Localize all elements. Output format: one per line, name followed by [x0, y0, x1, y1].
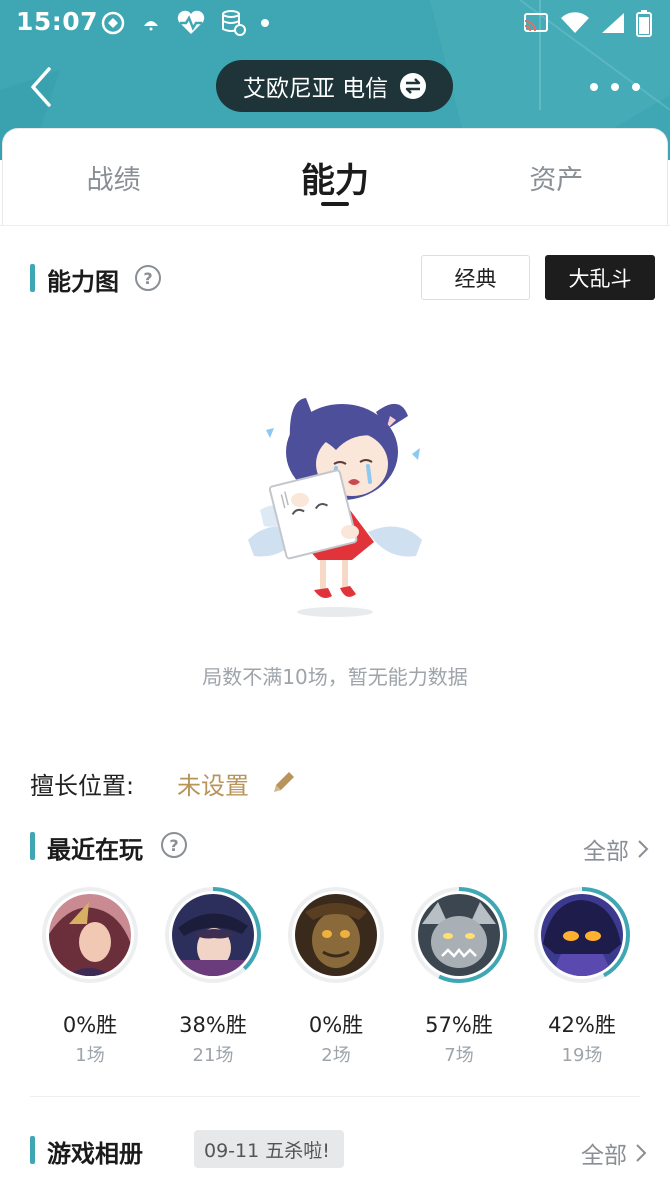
tab-ability[interactable]: 能力: [224, 129, 445, 226]
album-all-link[interactable]: 全部: [581, 1136, 647, 1170]
tab-bar: 战绩 能力 资产: [2, 128, 668, 226]
more-dot-icon: [590, 83, 598, 91]
album-title: 游戏相册: [47, 1140, 143, 1168]
champion-winrate: 0%胜: [62, 1013, 118, 1037]
tab-record[interactable]: 战绩: [3, 129, 224, 226]
champion-winrate: 0%胜: [308, 1013, 364, 1037]
champion-winrate: 38%胜: [179, 1013, 247, 1037]
section-accent-bar: [30, 264, 35, 292]
chevron-right-icon: [636, 1144, 647, 1162]
cellular-signal-icon: [600, 11, 626, 35]
recent-title: 最近在玩: [47, 836, 143, 864]
help-icon[interactable]: ?: [135, 265, 161, 291]
status-bar: 15:07: [0, 0, 670, 48]
health-heart-icon: [176, 10, 206, 36]
status-icons-left: [100, 7, 270, 39]
battery-icon: [636, 9, 652, 37]
champion-games: 21场: [192, 1045, 234, 1066]
champion-portrait: [172, 894, 254, 976]
position-label: 擅长位置:: [30, 772, 135, 800]
mode-aram-button[interactable]: 大乱斗: [545, 255, 655, 300]
edit-pencil-icon[interactable]: [270, 768, 298, 796]
champion-portrait: [418, 894, 500, 976]
back-button[interactable]: [18, 62, 64, 112]
status-time: 15:07: [16, 7, 99, 36]
server-switch-button[interactable]: 艾欧尼亚 电信: [216, 60, 453, 112]
champion-portrait: [295, 894, 377, 976]
crying-mascot-illustration: [248, 398, 422, 617]
album-all-label: 全部: [581, 1143, 627, 1169]
champion-portrait: [49, 894, 131, 976]
champion-winrate: 57%胜: [425, 1013, 493, 1037]
tab-assets[interactable]: 资产: [446, 129, 667, 226]
cast-icon: [522, 11, 550, 35]
chevron-left-icon: [31, 67, 51, 107]
help-icon[interactable]: ?: [161, 832, 187, 858]
more-dot-icon: [632, 83, 640, 91]
recent-all-label: 全部: [583, 839, 629, 865]
wifi-icon: [560, 11, 590, 35]
swap-icon: [400, 73, 427, 99]
champion-games: 2场: [321, 1045, 351, 1066]
status-icons-right: [522, 8, 652, 38]
chevron-right-icon: [638, 840, 649, 858]
more-options-button[interactable]: [590, 70, 640, 104]
album-highlight-tag[interactable]: 09-11 五杀啦!: [194, 1130, 344, 1168]
section-accent-bar: [30, 1136, 35, 1164]
dot-indicator-icon: [260, 18, 270, 28]
champion-games: 7场: [444, 1045, 474, 1066]
champion-games: 1场: [75, 1045, 105, 1066]
app-notification-icon: [100, 10, 126, 36]
server-label: 艾欧尼亚 电信: [242, 76, 389, 102]
weather-icon: [140, 12, 162, 34]
recent-all-link[interactable]: 全部: [583, 832, 649, 866]
more-dot-icon: [611, 83, 619, 91]
database-settings-icon: [220, 9, 246, 37]
tab-divider: [0, 225, 670, 226]
mode-classic-button[interactable]: 经典: [421, 255, 530, 300]
champion-winrate: 42%胜: [548, 1013, 616, 1037]
section-separator: [30, 1096, 640, 1097]
position-value[interactable]: 未设置: [177, 766, 249, 801]
section-accent-bar: [30, 832, 35, 860]
champion-portrait: [541, 894, 623, 976]
empty-state-message: 局数不满10场，暂无能力数据: [202, 665, 468, 689]
champion-games: 19场: [561, 1045, 603, 1066]
ability-title: 能力图: [47, 268, 119, 296]
